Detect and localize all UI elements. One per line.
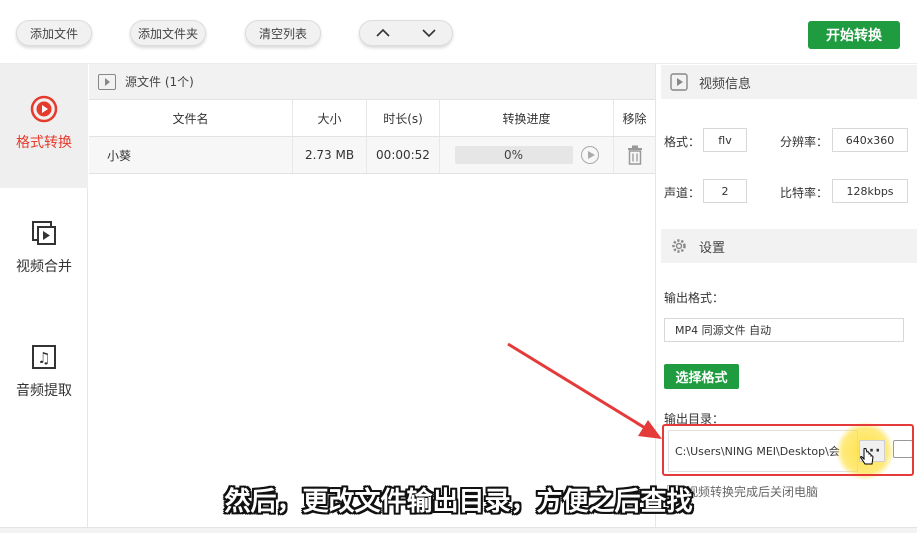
annotation-arrow [507,342,662,439]
status-bar [0,527,917,533]
video-subtitle: 然后，更改文件输出目录，方便之后查找 [224,487,693,517]
